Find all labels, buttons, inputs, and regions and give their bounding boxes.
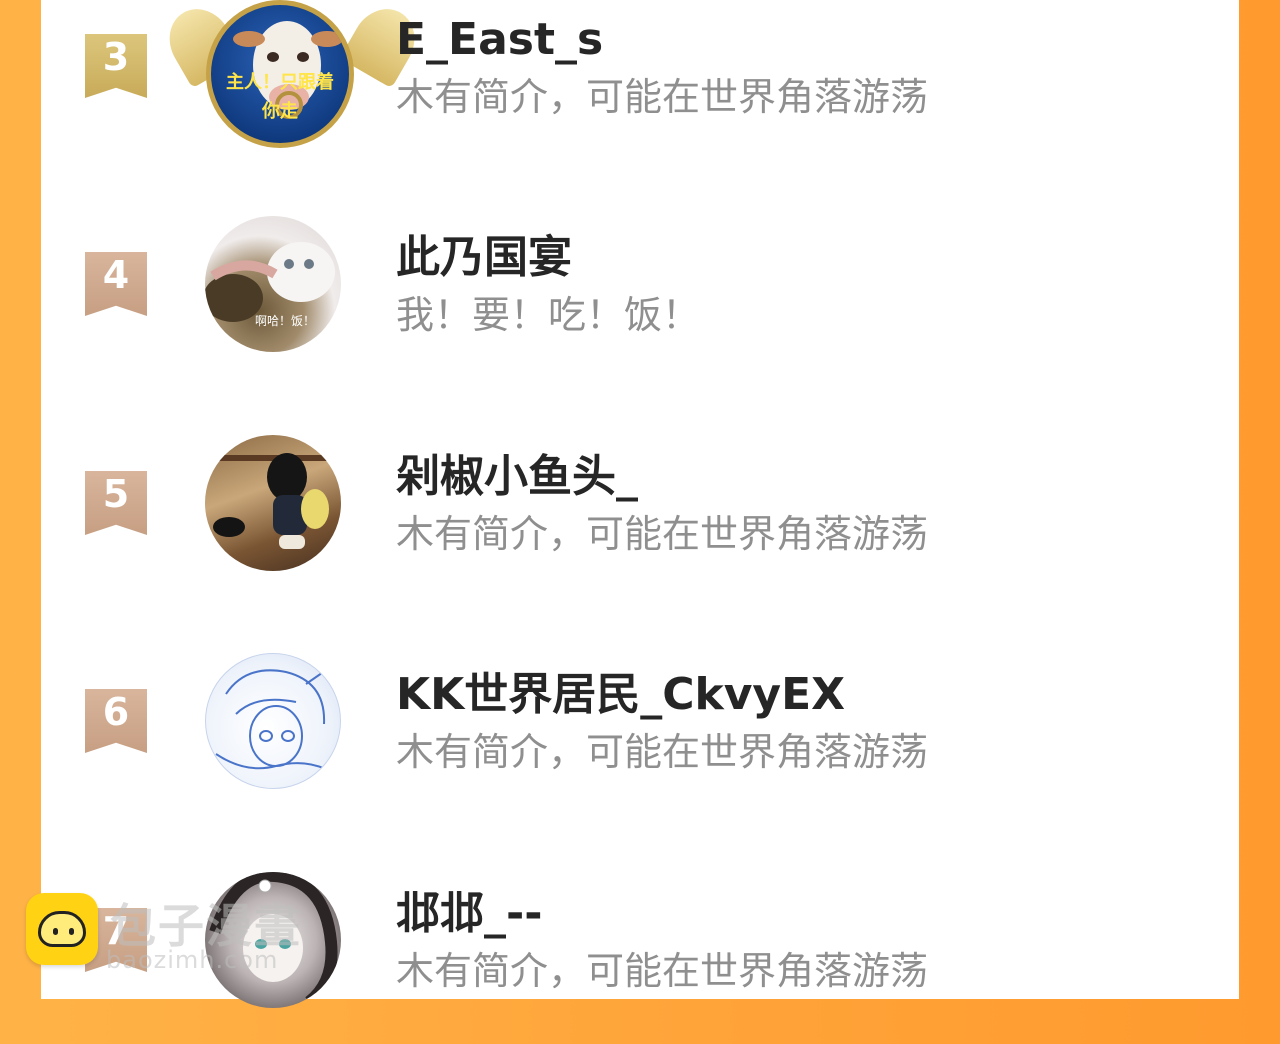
eye-icon	[53, 928, 58, 935]
rank-number: 6	[102, 690, 130, 734]
user-bio: 木有简介，可能在世界角落游荡	[396, 75, 929, 119]
avatar-caption: 主人！只跟着你走	[226, 72, 334, 122]
list-item[interactable]: 6 KK世界居民_CkvyEX 木有简介，可能在世界角落游荡	[41, 645, 1239, 825]
rank-badge: 6	[85, 689, 147, 753]
baozi-face-icon	[38, 911, 86, 947]
user-bio: 我！要！吃！饭！	[396, 293, 701, 337]
avatar-caption: 啊哈！饭！	[255, 314, 316, 328]
user-name[interactable]: 此乃国宴	[396, 236, 572, 280]
user-bio: 木有简介，可能在世界角落游荡	[396, 730, 929, 774]
rank-number: 5	[102, 472, 130, 516]
rank-number: 3	[102, 35, 130, 79]
girl-with-cat-avatar-icon[interactable]	[205, 435, 341, 571]
rank-number: 4	[102, 253, 130, 297]
list-item[interactable]: 3 主人！只跟着你走 E_East_s 木有简介，可能在世界角落游荡	[41, 0, 1239, 170]
watermark-url: baozimh.com	[106, 946, 279, 974]
cat-avatar-icon[interactable]: 啊哈！饭！	[205, 216, 341, 352]
user-name[interactable]: KK世界居民_CkvyEX	[396, 673, 845, 717]
list-item[interactable]: 5 剁椒小鱼头_ 木有简介，可能在世界角落游荡	[41, 427, 1239, 607]
user-name[interactable]: 剁椒小鱼头_	[396, 455, 638, 499]
cow-avatar-icon[interactable]: 主人！只跟着你走	[206, 0, 354, 148]
user-bio: 木有简介，可能在世界角落游荡	[396, 949, 929, 993]
rank-badge: 5	[85, 471, 147, 535]
baozi-logo-icon	[26, 893, 98, 965]
rank-badge: 4	[85, 252, 147, 316]
eye-icon	[69, 928, 74, 935]
user-name[interactable]: E_East_s	[396, 18, 603, 62]
sketch-avatar-icon[interactable]	[205, 653, 341, 789]
list-item[interactable]: 4 啊哈！饭！ 此乃国宴 我！要！吃！饭！	[41, 208, 1239, 388]
user-name[interactable]: 邶邶_--	[396, 892, 543, 936]
ranking-panel: 3 主人！只跟着你走 E_East_s 木有简介，可能在世界角落游荡 4 啊哈！…	[41, 0, 1239, 1008]
rank-badge: 3	[85, 34, 147, 98]
user-bio: 木有简介，可能在世界角落游荡	[396, 512, 929, 556]
